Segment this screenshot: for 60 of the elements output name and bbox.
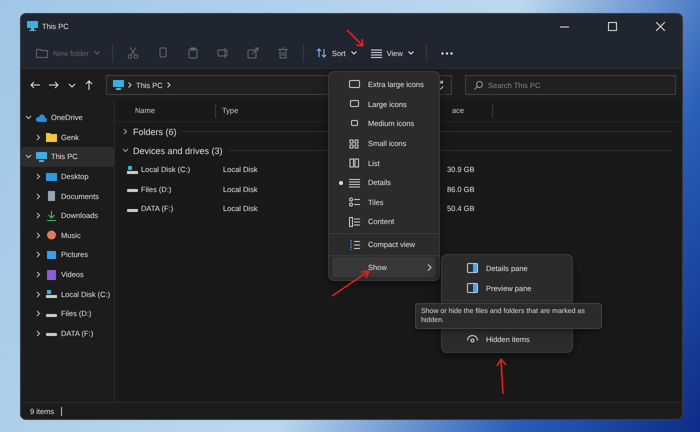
- group-header[interactable]: Folders (6): [133, 126, 177, 136]
- documents-icon: [46, 191, 57, 202]
- chevron-icon[interactable]: [35, 173, 42, 180]
- search-icon: [474, 81, 483, 90]
- annotation-arrow: [331, 269, 371, 297]
- chevron-icon[interactable]: [35, 232, 42, 239]
- pane-icon[interactable]: [467, 283, 478, 293]
- medium-view-icon: [349, 118, 360, 129]
- chevron-icon[interactable]: [35, 251, 42, 258]
- chevron-icon[interactable]: [35, 290, 42, 298]
- chevron-icon[interactable]: [166, 82, 171, 88]
- cloud-icon: [36, 112, 47, 123]
- large-view-icon: [349, 99, 360, 110]
- small-view-icon: [349, 138, 360, 149]
- chevron-icon[interactable]: [35, 192, 42, 200]
- desktop-icon: [46, 172, 57, 182]
- folder-icon: [46, 132, 57, 142]
- pictures-icon: [46, 250, 57, 260]
- chevron-icon[interactable]: [35, 271, 42, 278]
- chevron-icon[interactable]: [35, 134, 42, 141]
- content-view-icon: [349, 216, 360, 227]
- chevron-icon[interactable]: [25, 153, 32, 160]
- chevron-icon[interactable]: [35, 212, 42, 220]
- annotation-arrow: [346, 29, 366, 49]
- pane-icon[interactable]: [467, 263, 478, 273]
- folder-icon: [36, 48, 48, 58]
- music-icon: [46, 230, 57, 240]
- up-icon[interactable]: [85, 80, 93, 90]
- annotation-arrow: [496, 357, 508, 395]
- caret-icon: [94, 51, 100, 55]
- caret-icon: [408, 51, 414, 55]
- chevron-icon[interactable]: [122, 128, 129, 135]
- computer-icon: [27, 21, 38, 31]
- close-icon: [656, 22, 664, 30]
- caret-icon: [350, 51, 357, 55]
- lines-icon: [370, 48, 382, 58]
- system-drive-icon: [46, 289, 57, 300]
- forward-icon[interactable]: [49, 81, 59, 89]
- group-header[interactable]: Devices and drives (3): [133, 146, 223, 156]
- chevron-icon[interactable]: [35, 310, 42, 318]
- downloads-icon: [46, 210, 57, 221]
- chevron-icon[interactable]: [122, 147, 129, 154]
- list-view-icon: [349, 158, 360, 168]
- videos-icon: [46, 270, 57, 280]
- compact-view-icon: [349, 240, 360, 250]
- eye-icon[interactable]: [467, 334, 478, 344]
- xl-view-icon: [349, 80, 360, 90]
- details-view-icon: [349, 178, 360, 188]
- recent-locations-icon[interactable]: [68, 82, 76, 88]
- pc-icon: [36, 152, 47, 162]
- chevron-icon[interactable]: [128, 82, 132, 88]
- chevron-icon: [427, 264, 432, 271]
- maximize-icon: [608, 22, 616, 30]
- computer-icon: [113, 80, 124, 90]
- system-drive-icon: [127, 164, 138, 175]
- back-icon[interactable]: [30, 81, 40, 89]
- sort-icon: [316, 48, 327, 58]
- chevron-icon[interactable]: [35, 330, 42, 337]
- chevron-icon[interactable]: [25, 114, 32, 122]
- tiles-view-icon: [349, 197, 360, 208]
